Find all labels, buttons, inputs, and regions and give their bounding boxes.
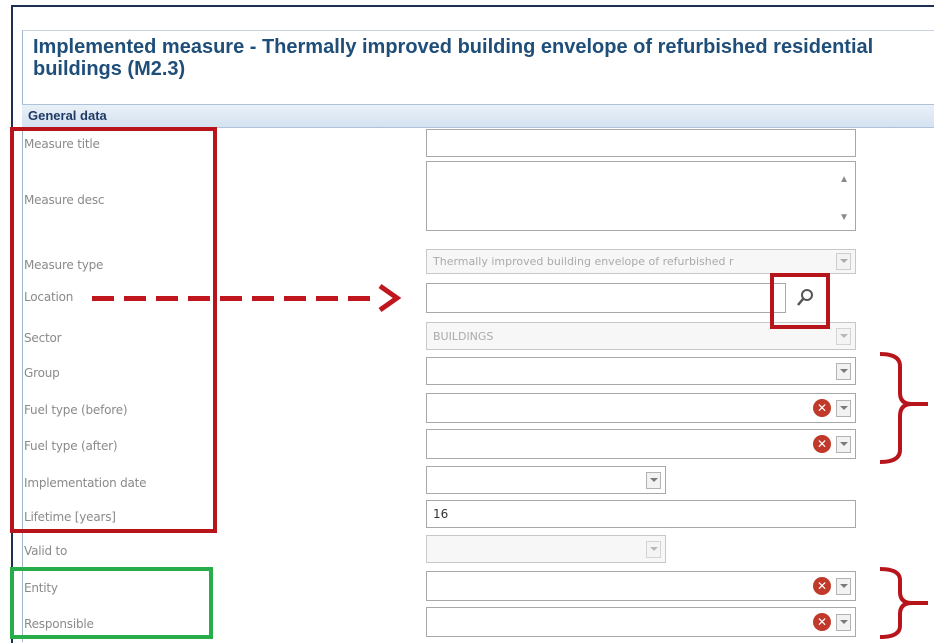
bracket-fuel [879,352,928,464]
dashed-arrow [92,283,402,313]
annotation-overlay [92,283,928,639]
bracket-entity [879,567,928,639]
